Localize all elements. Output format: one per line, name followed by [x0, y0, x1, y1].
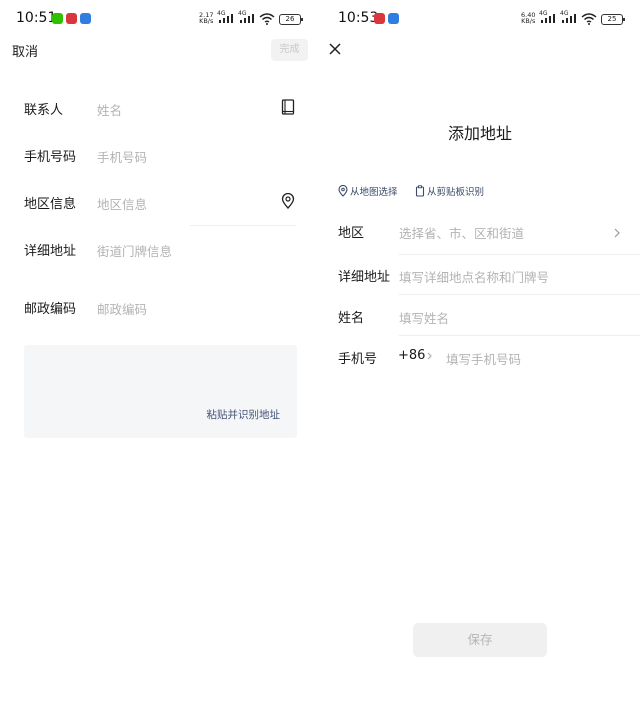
battery-icon: 26: [279, 14, 303, 25]
net-speed-unit: KB/s: [521, 17, 536, 25]
detail-label: 详细地址: [338, 270, 391, 285]
signal-icon: 4G: [539, 10, 555, 23]
status-bar: 10:53 6.40 KB/s 4G 4G 25: [322, 0, 640, 36]
region-label: 地区: [338, 226, 365, 241]
wifi-icon: [259, 13, 275, 25]
select-from-map-link[interactable]: 从地图选择: [350, 184, 398, 198]
signal-icon: 4G: [238, 10, 254, 23]
region-label: 地区信息: [24, 197, 77, 212]
phone-label: 手机号码: [24, 150, 77, 165]
detail-input[interactable]: 填写详细地点名称和门牌号: [399, 267, 549, 286]
contact-input[interactable]: 姓名: [97, 100, 122, 119]
signal-icon: 4G: [217, 10, 233, 23]
status-bar: 10:51 2.17 KB/s 4G 4G 26: [0, 0, 318, 36]
status-time: 10:53: [338, 10, 379, 26]
paste-recognize-link[interactable]: 粘贴并识别地址: [207, 407, 281, 422]
net-speed: 6.40 KB/s: [521, 12, 536, 25]
page-title: 添加地址: [448, 124, 513, 143]
cancel-button[interactable]: 取消: [12, 41, 38, 60]
wifi-icon: [581, 13, 597, 25]
address-book-icon[interactable]: [281, 99, 295, 115]
clipboard-icon: [415, 185, 425, 197]
paste-textarea[interactable]: 粘贴并识别地址: [24, 345, 297, 438]
chevron-right-icon: [614, 228, 620, 238]
net-speed: 2.17 KB/s: [199, 12, 214, 25]
app-notification-icon: [66, 13, 77, 24]
close-icon[interactable]: [329, 43, 341, 55]
app-notification-icon: [80, 13, 91, 24]
divider: [399, 254, 640, 255]
recognize-from-clipboard-link[interactable]: 从剪贴板识别: [427, 184, 484, 198]
phone-input[interactable]: 填写手机号码: [446, 349, 521, 368]
detail-input[interactable]: 街道门牌信息: [97, 241, 172, 260]
zip-input[interactable]: 邮政编码: [97, 299, 147, 318]
wechat-icon: [52, 13, 63, 24]
divider: [399, 294, 640, 295]
left-screen: 10:51 2.17 KB/s 4G 4G 26 取消 完成 联系人 姓名 手机…: [0, 0, 318, 712]
region-select[interactable]: 选择省、市、区和街道: [399, 223, 524, 242]
divider: [190, 225, 296, 226]
location-pin-icon[interactable]: [281, 193, 295, 209]
app-notification-icon: [374, 13, 385, 24]
battery-icon: 25: [601, 14, 625, 25]
signal-icon: 4G: [560, 10, 576, 23]
phone-label: 手机号: [338, 352, 378, 367]
location-pin-icon: [338, 185, 348, 197]
status-time: 10:51: [16, 10, 57, 26]
country-code-select[interactable]: +86: [398, 348, 425, 363]
save-button[interactable]: 保存: [413, 623, 547, 657]
chevron-right-icon: [427, 352, 432, 360]
app-notification-icon: [388, 13, 399, 24]
done-button[interactable]: 完成: [271, 39, 308, 61]
contact-label: 联系人: [24, 103, 64, 118]
divider: [399, 335, 640, 336]
phone-input[interactable]: 手机号码: [97, 147, 147, 166]
zip-label: 邮政编码: [24, 302, 77, 317]
detail-label: 详细地址: [24, 244, 77, 259]
name-label: 姓名: [338, 311, 365, 326]
region-input[interactable]: 地区信息: [97, 194, 147, 213]
net-speed-unit: KB/s: [199, 17, 214, 25]
right-screen: 10:53 6.40 KB/s 4G 4G 25 添加地址 从地图选择 从剪贴板…: [322, 0, 640, 712]
name-input[interactable]: 填写姓名: [399, 308, 449, 327]
